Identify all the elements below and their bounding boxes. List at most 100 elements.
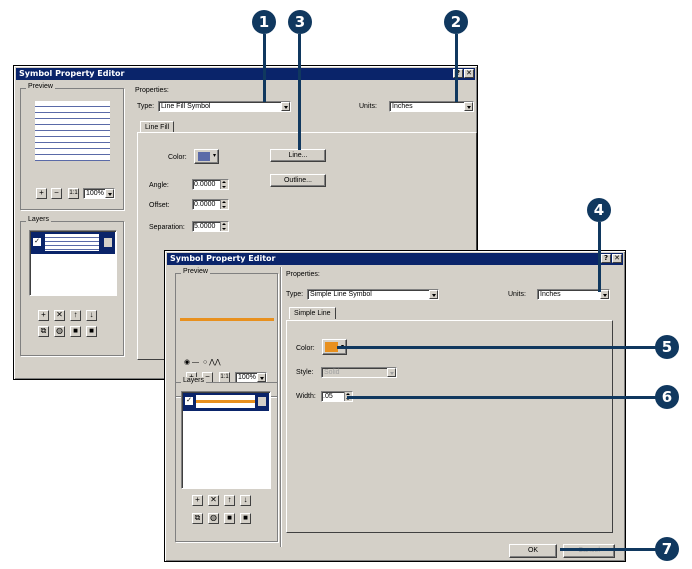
dialog-title: Symbol Property Editor [170,254,276,263]
zoom-in-button[interactable]: + [36,188,47,199]
line-button[interactable]: Line... [270,149,326,162]
angle-spinner[interactable]: 0.0000 [192,179,229,190]
type-label: Type: [286,291,304,298]
chevron-down-icon[interactable] [281,102,290,111]
ok-button[interactable]: OK [509,544,557,558]
callout-3-leader [298,34,301,150]
callout-5: 5 [655,335,679,359]
callout-4: 4 [587,198,611,222]
callout-1-leader [263,34,266,102]
layers-group: Layers ✓ + ✕ ↑ ↓ ⧉ ◍ ■ ■ [175,377,278,542]
preview-mode-radios[interactable]: ◉ — ○ ⋀⋀ [184,358,221,366]
fill-color-button[interactable]: ▾ [194,149,219,164]
units-select[interactable]: Inches [389,101,474,112]
titlebar: Symbol Property Editor ? ✕ [167,253,623,265]
layers-list[interactable]: ✓ [29,230,117,296]
line-preview [180,318,274,321]
callout-2: 2 [444,10,468,34]
color-label: Color: [296,345,315,352]
callout-5-leader [337,346,656,349]
layer-thumbnail [196,395,255,408]
paste-layer-button[interactable]: ◍ [54,326,65,337]
symbol-property-editor-front: Symbol Property Editor ? ✕ Preview ◉ — ○… [164,250,626,562]
titlebar: Symbol Property Editor ? ✕ [16,68,475,80]
zoom-out-button[interactable]: − [51,188,62,199]
separation-label: Separation: [149,224,185,231]
layers-list[interactable]: ✓ [181,391,271,489]
copy-layer-button[interactable]: ⧉ [38,326,49,337]
delete-layer-button[interactable]: ✕ [54,310,65,321]
outline-button[interactable]: Outline... [270,174,326,187]
layer-lock-icon[interactable] [258,397,266,406]
style-select[interactable]: Solid [321,367,397,378]
dialog-title: Symbol Property Editor [19,69,125,78]
move-layer-down-button[interactable]: ↓ [86,310,97,321]
close-button[interactable]: ✕ [612,254,622,263]
move-layer-down-button[interactable]: ↓ [240,495,251,506]
layer-option2-button[interactable]: ■ [240,513,251,524]
layer-item-selected[interactable]: ✓ [31,232,115,254]
spin-arrows-icon[interactable] [220,200,228,209]
preview-label: Preview [181,268,210,275]
offset-spinner[interactable]: 0.0000 [192,199,229,210]
color-swatch [198,152,210,161]
callout-7-leader [560,548,656,551]
move-layer-up-button[interactable]: ↑ [224,495,235,506]
separation-spinner[interactable]: 5.0000 [192,221,229,232]
chevron-down-icon[interactable] [600,290,609,299]
spin-arrows-icon[interactable] [220,222,228,231]
actual-size-button[interactable]: 1:1 [68,188,79,199]
properties-divider [280,267,281,547]
add-layer-button[interactable]: + [38,310,49,321]
layer-item-selected[interactable]: ✓ [183,393,269,411]
layers-label: Layers [26,216,52,223]
width-label: Width: [296,393,316,400]
units-label: Units: [359,103,377,110]
add-layer-button[interactable]: + [192,495,203,506]
chevron-down-icon[interactable] [257,373,266,382]
angle-label: Angle: [149,182,169,189]
callout-1: 1 [252,10,276,34]
type-select[interactable]: Simple Line Symbol [307,289,439,300]
layer-lock-icon[interactable] [104,238,112,247]
preview-label: Preview [26,83,55,90]
chevron-down-icon[interactable] [387,368,396,377]
paste-layer-button[interactable]: ◍ [208,513,219,524]
close-button[interactable]: ✕ [464,69,474,78]
copy-layer-button[interactable]: ⧉ [192,513,203,524]
offset-label: Offset: [149,202,170,209]
layer-checkbox[interactable]: ✓ [33,238,41,246]
units-label: Units: [508,291,526,298]
tab-simple-line[interactable]: Simple Line [289,307,336,319]
line-fill-preview [35,101,110,161]
preview-group: Preview + − 1:1 100% [20,83,124,210]
chevron-down-icon: ▾ [212,153,216,159]
callout-3: 3 [288,10,312,34]
type-label: Type: [137,103,155,110]
chevron-down-icon[interactable] [105,189,114,198]
zoom-select[interactable]: 100% [83,188,115,199]
callout-2-leader [455,34,458,102]
spin-arrows-icon[interactable] [220,180,228,189]
callout-4-leader [598,222,601,292]
properties-label: Properties: [286,271,320,278]
cancel-button[interactable]: Cancel [563,544,615,558]
layer-thumbnail [45,234,99,251]
delete-layer-button[interactable]: ✕ [208,495,219,506]
chevron-down-icon[interactable] [429,290,438,299]
chevron-down-icon[interactable] [464,102,473,111]
help-button[interactable]: ? [601,254,611,263]
layers-label: Layers [181,377,207,384]
layer-checkbox[interactable]: ✓ [185,397,193,405]
move-layer-up-button[interactable]: ↑ [70,310,81,321]
properties-label: Properties: [135,87,169,94]
callout-6-leader [347,396,657,399]
layer-option2-button[interactable]: ■ [86,326,97,337]
layers-group: Layers ✓ + ✕ ↑ ↓ ⧉ ◍ ■ ■ [20,216,124,356]
callout-7: 7 [655,537,679,561]
layer-option-button[interactable]: ■ [224,513,235,524]
callout-6: 6 [655,385,679,409]
style-label: Style: [296,369,314,376]
type-select[interactable]: Line Fill Symbol [158,101,291,112]
layer-option-button[interactable]: ■ [70,326,81,337]
